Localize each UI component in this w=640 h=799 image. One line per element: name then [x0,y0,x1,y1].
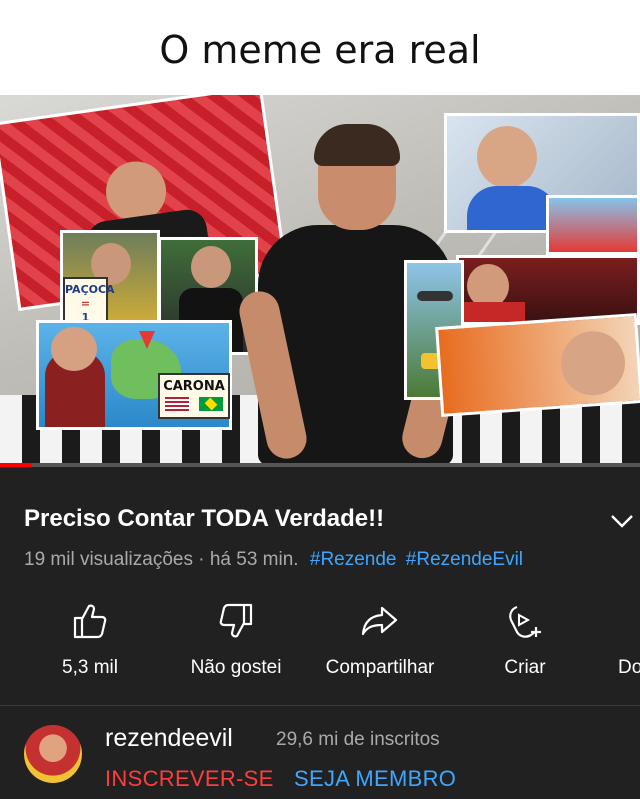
meme-header: O meme era real [0,0,640,95]
meme-caption: O meme era real [159,28,481,72]
like-count: 5,3 mil [62,657,118,678]
download-label: Do [618,657,640,678]
like-button[interactable]: 5,3 mil [40,597,140,687]
collage-red-car [546,195,640,255]
sign-carona-text: CARONA [163,379,225,394]
create-label: Criar [504,657,546,678]
subscriber-count: 29,6 mi de inscritos [276,729,440,750]
video-meta: 19 mil visualizações · há 53 min. #Rezen… [24,549,523,571]
channel-name[interactable]: rezendeevil [105,724,233,753]
channel-avatar[interactable] [24,725,82,783]
hashtag-rezendeevil[interactable]: #RezendeEvil [406,549,523,570]
subscribe-button[interactable]: INSCREVER-SE [105,766,274,792]
dislike-button[interactable]: Não gostei [176,597,296,687]
video-title[interactable]: Preciso Contar TODA Verdade!! [24,505,384,533]
sign-pacoca-line2: = [80,297,91,310]
share-label: Compartilhar [325,657,435,678]
chevron-down-icon[interactable] [608,511,636,531]
hashtag-rezende[interactable]: #Rezende [310,549,397,570]
video-thumbnail[interactable]: PAÇOCA = 1 REAL CARONA [0,95,640,465]
view-count: 19 mil visualizações [24,549,193,570]
share-icon [361,606,398,636]
video-info-panel: Preciso Contar TODA Verdade!! 19 mil vis… [0,467,640,799]
upload-age: há 53 min. [209,549,299,570]
meta-separator: · [198,549,205,570]
dislike-label: Não gostei [190,657,282,678]
sign-pacoca-line1: PAÇOCA [65,283,115,296]
action-bar: 5,3 mil Não gostei Compartilhar Criar Do [0,597,640,687]
sign-carona: CARONA [158,373,230,419]
thumbs-down-icon [219,603,253,638]
join-button[interactable]: SEJA MEMBRO [294,766,456,792]
create-button[interactable]: Criar [480,597,570,687]
share-button[interactable]: Compartilhar [312,597,448,687]
download-button[interactable]: Do [618,597,640,687]
section-divider [0,705,640,706]
thumbs-up-icon [73,604,107,639]
collage-screaming [435,313,640,417]
create-icon [509,605,541,638]
